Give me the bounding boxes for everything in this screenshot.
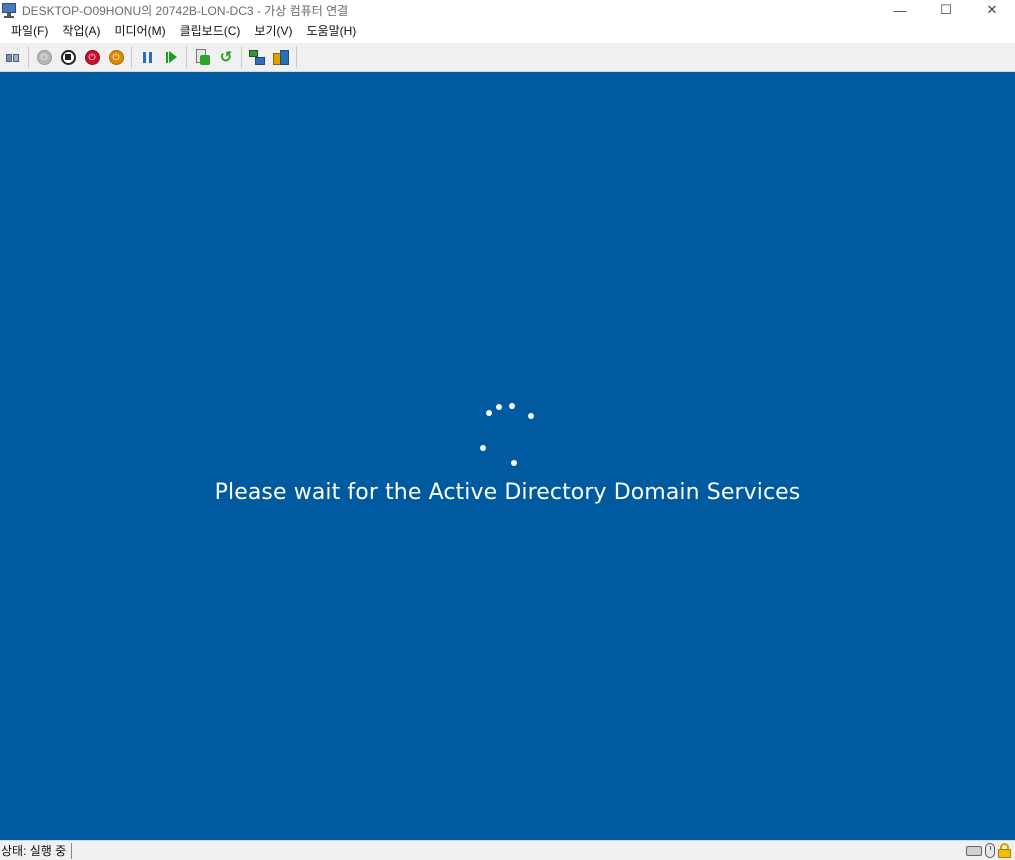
menu-action[interactable]: 작업(A) [55,20,107,43]
spinner-dot [528,413,534,419]
title-bar[interactable]: DESKTOP-O09HONU의 20742B-LON-DC3 - 가상 컴퓨터… [0,0,1015,20]
menu-media[interactable]: 미디어(M) [107,20,172,43]
close-button[interactable]: ✕ [969,0,1015,20]
menu-bar: 파일(F) 작업(A) 미디어(M) 클립보드(C) 보기(V) 도움말(H) [0,20,1015,43]
start-icon: ⏻ [36,49,52,65]
ctrl-alt-del-button[interactable] [2,46,24,68]
toolbar-separator [28,46,29,68]
checkpoint-icon [194,49,210,65]
toolbar-separator [241,46,242,68]
keyboard-icon [966,845,982,856]
enhanced-session-button[interactable] [270,46,292,68]
resume-icon [165,51,177,63]
start-button[interactable]: ⏻ [33,46,55,68]
status-text: 상태: 실행 중 [0,842,73,859]
pause-icon [142,51,152,63]
menu-file[interactable]: 파일(F) [4,20,55,43]
turn-off-button[interactable] [57,46,79,68]
status-icons [966,843,1011,858]
save-icon: ⏻ [108,49,124,65]
toolbar-separator [131,46,132,68]
spinner-dot [480,445,486,451]
toolbar-separator [186,46,187,68]
resume-button[interactable] [160,46,182,68]
spinner-dot [486,410,492,416]
window-title: DESKTOP-O09HONU의 20742B-LON-DC3 - 가상 컴퓨터… [22,3,349,18]
status-bar: 상태: 실행 중 [0,840,1015,860]
network-button[interactable] [246,46,268,68]
turn-off-icon [60,49,76,65]
maximize-button[interactable]: ☐ [923,0,969,20]
window-controls: — ☐ ✕ [877,0,1015,20]
spinner-dot [496,404,502,410]
menu-clipboard[interactable]: 클립보드(C) [173,20,248,43]
menu-view[interactable]: 보기(V) [247,20,299,43]
enhanced-session-icon [272,49,290,66]
lock-icon [998,843,1011,858]
vm-display[interactable]: Please wait for the Active Directory Dom… [0,72,1015,840]
loading-spinner [0,72,1015,840]
ctrl-alt-del-icon [5,49,21,65]
shutdown-button[interactable]: ⏻ [81,46,103,68]
mouse-icon [985,843,995,858]
shutdown-icon: ⏻ [84,49,100,65]
menu-help[interactable]: 도움말(H) [300,20,364,43]
wait-message: Please wait for the Active Directory Dom… [214,480,801,505]
vm-connect-app-icon [1,2,19,18]
spinner-dot [511,460,517,466]
toolbar-separator [296,46,297,68]
toolbar: ⏻ ⏻ ⏻ ↺ [0,43,1015,72]
save-button[interactable]: ⏻ [105,46,127,68]
checkpoint-button[interactable] [191,46,213,68]
spinner-dot [509,403,515,409]
revert-icon: ↺ [219,48,233,66]
network-icon [248,49,266,66]
pause-button[interactable] [136,46,158,68]
minimize-button[interactable]: — [877,0,923,20]
revert-button[interactable]: ↺ [215,46,237,68]
